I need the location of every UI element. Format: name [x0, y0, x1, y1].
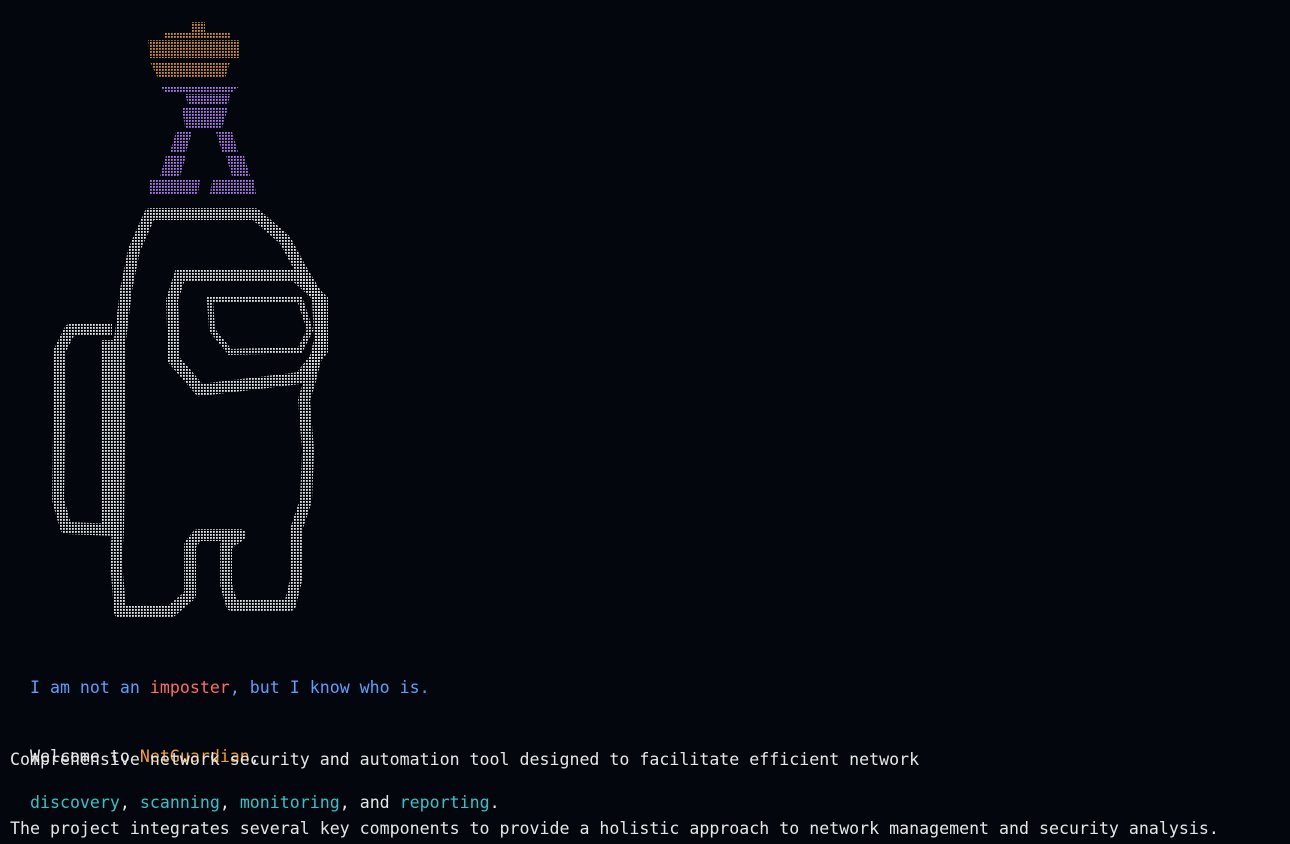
separator: , and [339, 793, 400, 812]
visor-art [165, 269, 328, 397]
features-line: discovery, scanning, monitoring, and rep… [10, 773, 500, 813]
tagline-part1: I am not an [29, 678, 150, 697]
feature-reporting: reporting [399, 793, 490, 812]
tagline-highlight: imposter [149, 678, 230, 697]
feature-discovery: discovery [29, 793, 120, 812]
period: . [489, 793, 500, 812]
feature-monitoring: monitoring [239, 793, 340, 812]
feature-scanning: scanning [139, 793, 220, 812]
separator: , [219, 793, 240, 812]
project-line: The project integrates several key compo… [10, 819, 1219, 838]
separator: , [119, 793, 140, 812]
mini-figure-art [150, 86, 256, 194]
ascii-art-crewmate [52, 22, 328, 618]
hat-art [148, 22, 240, 78]
tagline: I am not an imposter, but I know who is. [10, 658, 430, 698]
tagline-part2: , but I know who is. [229, 678, 430, 697]
description-line: Comprehensive network security and autom… [10, 750, 920, 769]
